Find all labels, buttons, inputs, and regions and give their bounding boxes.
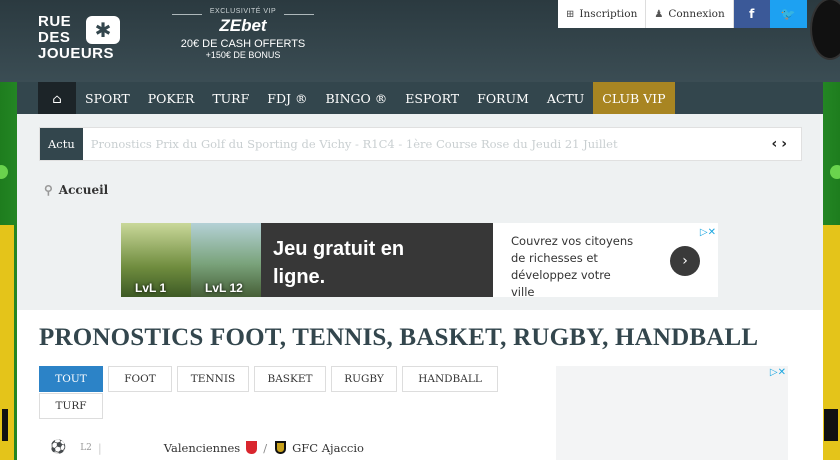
nav-item-turf[interactable]: TURF — [203, 82, 258, 114]
ad-arrow-button[interactable]: › — [670, 246, 700, 276]
logo-line: JOUEURS — [38, 45, 115, 62]
adchoices-icon[interactable]: ▷✕ — [700, 224, 716, 241]
partner-logo[interactable] — [810, 0, 840, 60]
promo-banner[interactable]: EXCLUSIVITÉ VIP ZEbet 20€ DE CASH OFFERT… — [172, 8, 314, 60]
tab-rugby[interactable]: RUGBY — [331, 366, 397, 392]
side-ad-left-block — [0, 407, 10, 443]
breadcrumb: ⚲ Accueil — [44, 183, 108, 197]
nav-item-esport[interactable]: ESPORT — [396, 82, 468, 114]
twitter-button[interactable]: 🐦 — [769, 0, 807, 28]
ticker-arrows: ‹› — [771, 136, 791, 152]
ad-images: LvL 1 LvL 12 — [121, 223, 261, 297]
ad-headline-line: Jeu gratuit en — [273, 238, 405, 260]
tab-handball[interactable]: HANDBALL — [402, 366, 498, 392]
signup-icon: ⊞ — [566, 8, 575, 20]
home-icon: ⌂ — [52, 90, 62, 106]
banner-ad[interactable]: LvL 1 LvL 12 Jeu gratuit en ligne. Couvr… — [121, 223, 718, 297]
match-row[interactable]: ⚽ L2 | Valenciennes / GFC Ajaccio — [50, 440, 364, 455]
nav-item-club-vip[interactable]: CLUB VIP — [593, 82, 675, 114]
nav-item-forum[interactable]: FORUM — [468, 82, 538, 114]
main-nav: ⌂ SPORT POKER TURF FDJ ® BINGO ® ESPORT … — [38, 82, 802, 114]
chevron-left-icon[interactable]: ‹ — [771, 136, 781, 152]
breadcrumb-home[interactable]: Accueil — [59, 183, 108, 197]
tab-turf[interactable]: TURF — [39, 393, 103, 419]
top-actions: ⊞ Inscription ♟ Connexion f 🐦 — [558, 0, 807, 28]
tab-tennis[interactable]: TENNIS — [177, 366, 249, 392]
inscription-button[interactable]: ⊞ Inscription — [558, 0, 647, 28]
twitter-icon: 🐦 — [780, 7, 796, 21]
inscription-label: Inscription — [579, 8, 638, 20]
away-team-crest-icon — [275, 441, 287, 454]
page-title: PRONOSTICS FOOT, TENNIS, BASKET, RUGBY, … — [39, 324, 759, 351]
tab-tout[interactable]: TOUT — [39, 366, 103, 392]
promo-divider — [172, 14, 202, 15]
nav-item-bingo[interactable]: BINGO ® — [316, 82, 396, 114]
site-header: RUE DES JOUEURS ✱ EXCLUSIVITÉ VIP ZEbet … — [0, 0, 840, 82]
adchoices-icon[interactable]: ▷✕ — [770, 367, 786, 378]
nav-item-actu[interactable]: ACTU — [538, 82, 593, 114]
home-team: Valenciennes — [163, 440, 241, 455]
promo-bonus: +150€ DE BONUS — [205, 50, 281, 60]
connexion-button[interactable]: ♟ Connexion — [646, 0, 734, 28]
team-separator: / — [263, 440, 268, 455]
connexion-label: Connexion — [668, 8, 725, 20]
promo-divider — [284, 14, 314, 15]
nav-item-sport[interactable]: SPORT — [76, 82, 139, 114]
ticker-label: Actu — [40, 128, 83, 160]
nav-item-poker[interactable]: POKER — [139, 82, 204, 114]
logo-asterisk-icon: ✱ — [86, 16, 120, 44]
ad-headline: Jeu gratuit en ligne. — [261, 223, 493, 297]
ad-level-label: LvL 12 — [205, 281, 243, 295]
ad-headline-line: ligne. — [273, 266, 326, 288]
divider: | — [97, 440, 102, 455]
ad-image: LvL 1 — [121, 223, 191, 297]
tab-basket[interactable]: BASKET — [254, 366, 326, 392]
sport-filter-tabs: TOUT FOOT TENNIS BASKET RUGBY HANDBALL T… — [39, 366, 509, 420]
chevron-right-icon[interactable]: › — [781, 136, 791, 152]
league-label: L2 — [80, 442, 92, 453]
ad-image: LvL 12 — [191, 223, 261, 297]
ad-level-label: LvL 1 — [135, 281, 167, 295]
nav-home[interactable]: ⌂ — [38, 82, 76, 114]
away-team: GFC Ajaccio — [292, 440, 364, 455]
user-icon: ♟ — [654, 8, 664, 20]
ad-desc-line: ville — [511, 285, 535, 297]
sidebar-ad[interactable]: ▷✕ — [556, 366, 788, 460]
tab-foot[interactable]: FOOT — [108, 366, 172, 392]
side-ad-right-block — [822, 407, 840, 443]
news-ticker: Actu Pronostics Prix du Golf du Sporting… — [39, 127, 802, 161]
promo-cash: 20€ DE CASH OFFERTS — [180, 38, 306, 50]
nav-item-fdj[interactable]: FDJ ® — [258, 82, 316, 114]
football-icon: ⚽ — [50, 440, 67, 455]
home-team-crest-icon — [246, 441, 258, 454]
side-decoration — [830, 165, 840, 179]
facebook-button[interactable]: f — [733, 0, 770, 28]
side-ad-left[interactable] — [0, 225, 14, 460]
ad-description: Couvrez vos citoyens de richesses et dév… — [493, 223, 718, 297]
ticker-headline[interactable]: Pronostics Prix du Golf du Sporting de V… — [91, 137, 731, 151]
facebook-icon: f — [749, 7, 755, 21]
map-pin-icon: ⚲ — [44, 183, 53, 197]
chevron-right-icon: › — [682, 253, 688, 269]
promo-brand: ZEbet — [219, 16, 267, 35]
